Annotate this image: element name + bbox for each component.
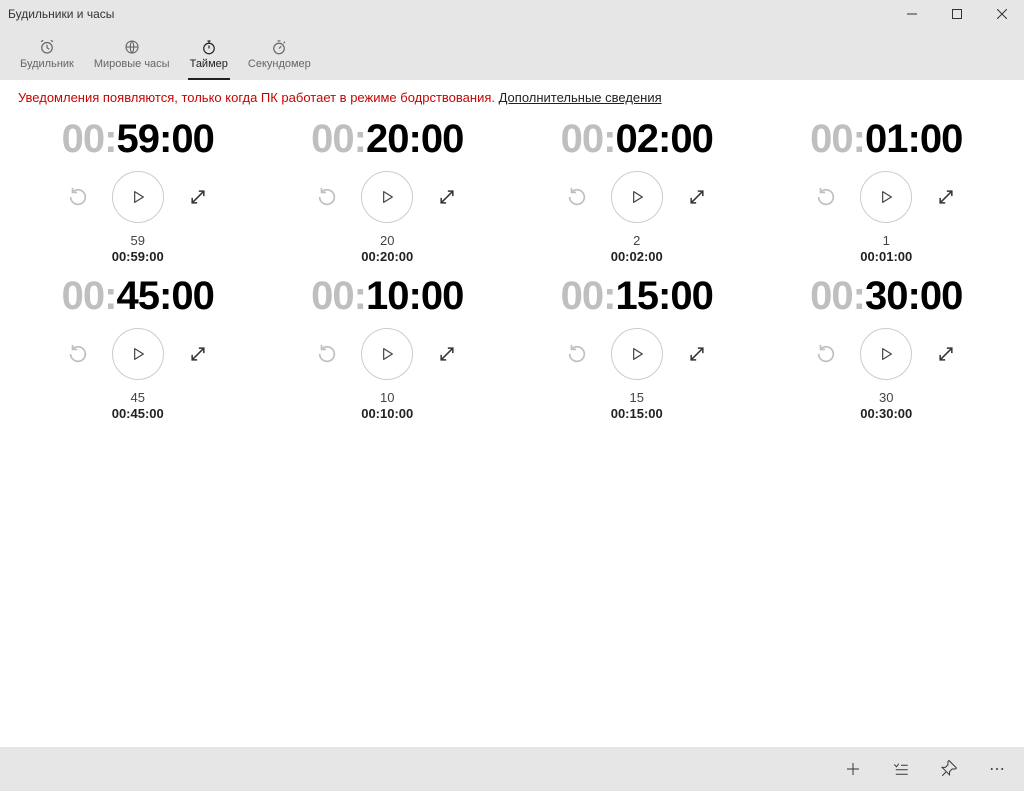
play-button[interactable] (361, 171, 413, 223)
timer-name: 2 (633, 233, 640, 248)
timer-card[interactable]: 00:45:004500:45:00 (18, 274, 258, 421)
timer-name: 15 (630, 390, 644, 405)
timer-card[interactable]: 00:15:001500:15:00 (517, 274, 757, 421)
close-button[interactable] (979, 0, 1024, 28)
tab-world-clock[interactable]: Мировые часы (84, 28, 180, 80)
timer-display: 00:15:00 (561, 276, 713, 316)
reset-icon[interactable] (315, 185, 339, 209)
reset-icon[interactable] (66, 185, 90, 209)
expand-icon[interactable] (435, 342, 459, 366)
expand-icon[interactable] (186, 185, 210, 209)
pin-button[interactable] (928, 751, 970, 787)
timer-icon (200, 38, 218, 56)
tab-timer[interactable]: Таймер (180, 28, 238, 80)
tab-stopwatch[interactable]: Секундомер (238, 28, 321, 80)
reset-icon[interactable] (565, 185, 589, 209)
timer-display: 00:59:00 (62, 119, 214, 159)
play-button[interactable] (860, 171, 912, 223)
reset-icon[interactable] (315, 342, 339, 366)
add-timer-button[interactable] (832, 751, 874, 787)
minimize-button[interactable] (889, 0, 934, 28)
timer-card[interactable]: 00:10:001000:10:00 (268, 274, 508, 421)
banner-text: Уведомления появляются, только когда ПК … (18, 90, 499, 105)
timer-name: 20 (380, 233, 394, 248)
timer-duration: 00:20:00 (361, 249, 413, 264)
reset-icon[interactable] (66, 342, 90, 366)
expand-icon[interactable] (934, 342, 958, 366)
select-button[interactable] (880, 751, 922, 787)
play-button[interactable] (112, 171, 164, 223)
timer-display: 00:20:00 (311, 119, 463, 159)
play-button[interactable] (860, 328, 912, 380)
timer-name: 1 (883, 233, 890, 248)
timer-name: 59 (131, 233, 145, 248)
timer-duration: 00:10:00 (361, 406, 413, 421)
timer-card[interactable]: 00:01:00100:01:00 (767, 117, 1007, 264)
timer-duration: 00:01:00 (860, 249, 912, 264)
stopwatch-icon (270, 38, 288, 56)
timer-card[interactable]: 00:30:003000:30:00 (767, 274, 1007, 421)
reset-icon[interactable] (814, 342, 838, 366)
timer-display: 00:45:00 (62, 276, 214, 316)
maximize-button[interactable] (934, 0, 979, 28)
globe-icon (123, 38, 141, 56)
reset-icon[interactable] (814, 185, 838, 209)
timer-duration: 00:15:00 (611, 406, 663, 421)
play-button[interactable] (112, 328, 164, 380)
timer-name: 30 (879, 390, 893, 405)
timer-display: 00:30:00 (810, 276, 962, 316)
timer-display: 00:01:00 (810, 119, 962, 159)
timer-card[interactable]: 00:59:005900:59:00 (18, 117, 258, 264)
play-button[interactable] (611, 171, 663, 223)
reset-icon[interactable] (565, 342, 589, 366)
timer-card[interactable]: 00:20:002000:20:00 (268, 117, 508, 264)
timer-name: 10 (380, 390, 394, 405)
play-button[interactable] (611, 328, 663, 380)
timer-display: 00:02:00 (561, 119, 713, 159)
tab-label: Секундомер (248, 58, 311, 70)
timer-duration: 00:59:00 (112, 249, 164, 264)
tab-alarm[interactable]: Будильник (10, 28, 84, 80)
tab-label: Таймер (190, 58, 228, 70)
timer-duration: 00:45:00 (112, 406, 164, 421)
timer-name: 45 (131, 390, 145, 405)
timer-duration: 00:30:00 (860, 406, 912, 421)
expand-icon[interactable] (685, 185, 709, 209)
timer-display: 00:10:00 (311, 276, 463, 316)
play-button[interactable] (361, 328, 413, 380)
expand-icon[interactable] (435, 185, 459, 209)
banner-link[interactable]: Дополнительные сведения (499, 90, 662, 105)
tab-label: Будильник (20, 58, 74, 70)
expand-icon[interactable] (685, 342, 709, 366)
timer-duration: 00:02:00 (611, 249, 663, 264)
notification-banner: Уведомления появляются, только когда ПК … (18, 90, 1006, 105)
timer-card[interactable]: 00:02:00200:02:00 (517, 117, 757, 264)
expand-icon[interactable] (186, 342, 210, 366)
window-title: Будильники и часы (8, 7, 114, 21)
tab-label: Мировые часы (94, 58, 170, 70)
alarm-icon (38, 38, 56, 56)
more-button[interactable] (976, 751, 1018, 787)
expand-icon[interactable] (934, 185, 958, 209)
